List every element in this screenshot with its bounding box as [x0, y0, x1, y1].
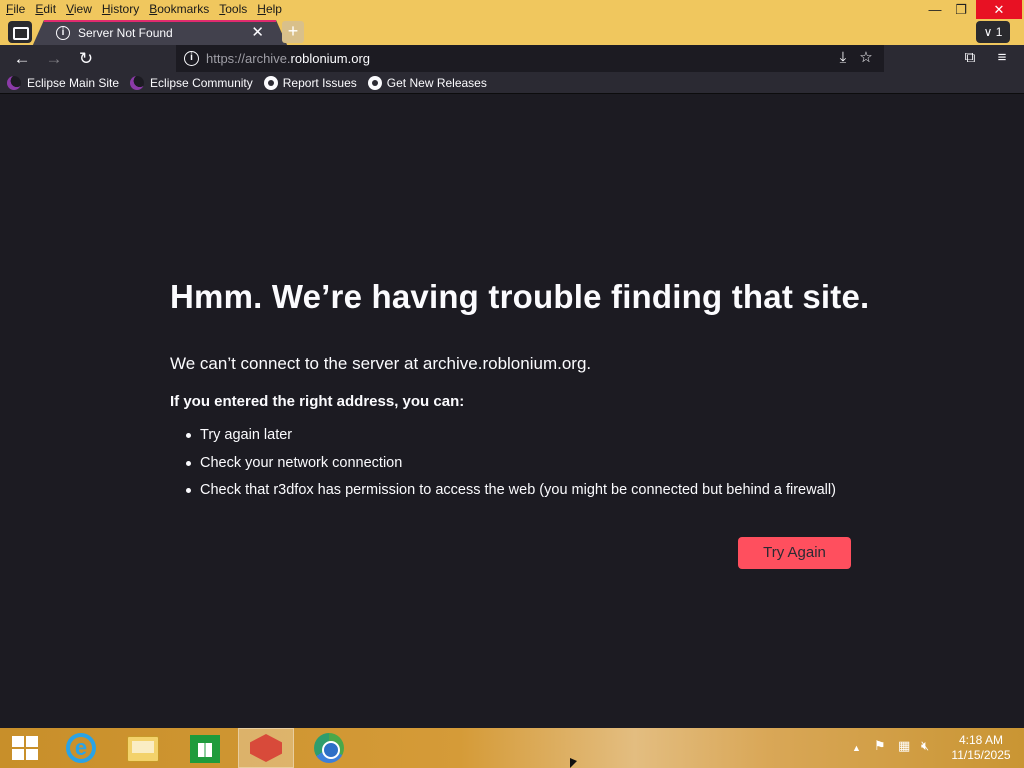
mouse-cursor-icon	[570, 758, 577, 768]
eclipse-icon	[7, 75, 21, 90]
back-button[interactable]: ←	[11, 48, 33, 70]
start-button-windows-icon[interactable]	[12, 736, 38, 760]
bookmark-eclipse-main-site[interactable]: Eclipse Main Site	[7, 75, 119, 90]
bookmark-eclipse-community[interactable]: Eclipse Community	[130, 75, 253, 90]
info-icon: i	[56, 26, 70, 40]
error-subtitle: If you entered the right address, you ca…	[170, 393, 465, 410]
menu-bookmarks[interactable]: Bookmarks	[149, 2, 209, 16]
error-title: Hmm. We’re having trouble finding that s…	[170, 278, 870, 315]
bookmark-report-issues[interactable]: Report Issues	[263, 75, 357, 90]
chrome-icon[interactable]	[314, 733, 344, 763]
store-icon[interactable]	[190, 735, 220, 763]
tab-server-not-found[interactable]: i Server Not Found ✕	[32, 20, 288, 47]
list-item: Check that r3dfox has permission to acce…	[186, 482, 836, 510]
url-text[interactable]: https://archive.roblonium.org	[206, 51, 370, 66]
file-explorer-icon[interactable]	[127, 736, 159, 762]
new-tab-button[interactable]: +	[282, 21, 304, 43]
tab-overview-button[interactable]	[8, 21, 32, 43]
github-icon	[367, 75, 382, 90]
try-again-button[interactable]: Try Again	[738, 537, 851, 569]
page-content	[0, 94, 1024, 728]
title-bar: File Edit View History Bookmarks Tools H…	[0, 0, 1024, 19]
reload-button[interactable]: ↻	[75, 48, 97, 70]
bookmark-star-icon[interactable]: ☆	[856, 49, 876, 67]
forward-button[interactable]: →	[43, 48, 65, 70]
tab-strip: i Server Not Found ✕ + ∨ 1	[0, 19, 1024, 47]
suggestion-list: Try again later Check your network conne…	[186, 427, 836, 510]
extensions-icon[interactable]: ⧉	[960, 49, 980, 67]
bookmarks-toolbar: Eclipse Main Site Eclipse Community Repo…	[0, 72, 1024, 94]
internet-explorer-icon[interactable]: e	[66, 733, 96, 763]
menu-view[interactable]: View	[66, 2, 92, 16]
list-item: Check your network connection	[186, 455, 836, 483]
close-button[interactable]: ✕	[976, 0, 1022, 19]
bookmark-get-new-releases[interactable]: Get New Releases	[367, 75, 487, 90]
list-item: Try again later	[186, 427, 836, 455]
menu-bar: File Edit View History Bookmarks Tools H…	[0, 2, 286, 16]
tab-title: Server Not Found	[78, 26, 173, 40]
show-hidden-icons-chevron-icon[interactable]: ▲	[852, 743, 861, 753]
menu-file[interactable]: File	[6, 2, 25, 16]
hamburger-menu-icon[interactable]: ≡	[992, 49, 1012, 67]
save-to-pocket-icon[interactable]: ⤓	[833, 49, 853, 67]
restore-button[interactable]: ❐	[946, 0, 976, 19]
github-icon	[263, 75, 278, 90]
tab-list-button[interactable]: ∨ 1	[976, 21, 1010, 43]
menu-help[interactable]: Help	[257, 2, 282, 16]
error-description: We can’t connect to the server at archiv…	[170, 354, 592, 373]
clock-time: 4:18 AM	[958, 733, 1004, 747]
clock-date: 11/15/2025	[951, 748, 1011, 762]
menu-history[interactable]: History	[102, 2, 139, 16]
tab-close-icon[interactable]: ✕	[251, 23, 264, 41]
action-center-flag-icon[interactable]: ⚑	[874, 738, 886, 754]
menu-edit[interactable]: Edit	[35, 2, 56, 16]
site-info-icon[interactable]: i	[184, 51, 199, 66]
eclipse-icon	[130, 75, 145, 90]
volume-muted-icon[interactable]: 🔇︎	[921, 738, 929, 754]
menu-tools[interactable]: Tools	[219, 2, 247, 16]
network-icon[interactable]: ▦	[898, 738, 910, 754]
taskbar-clock[interactable]: 4:18 AM 11/15/2025	[944, 733, 1018, 763]
